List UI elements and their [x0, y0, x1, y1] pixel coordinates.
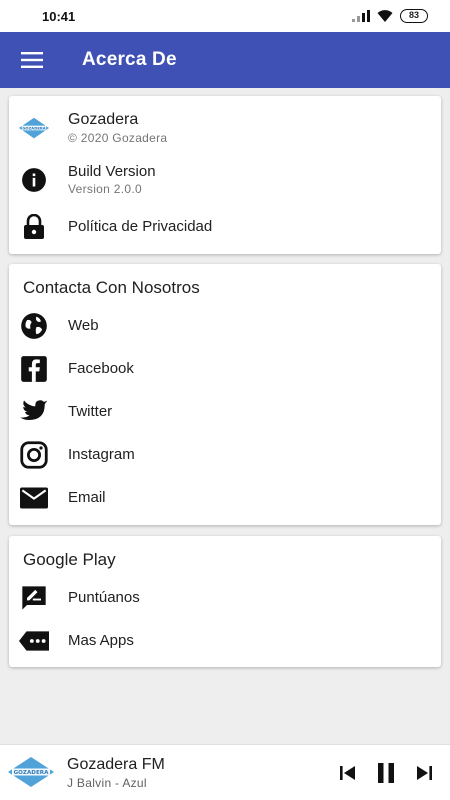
status-bar: 10:41 83	[0, 0, 450, 32]
contact-item-label: Facebook	[68, 360, 134, 377]
player-controls	[336, 761, 436, 785]
google-play-item-more-apps[interactable]: Mas Apps	[9, 619, 441, 662]
globe-icon	[19, 311, 49, 341]
facebook-icon	[19, 354, 49, 384]
about-card: GOZADERA Gozadera © 2020 Gozadera Build …	[9, 96, 441, 254]
skip-previous-icon	[340, 766, 355, 780]
app-bar: Acerca De	[0, 32, 450, 88]
status-time: 10:41	[42, 8, 76, 24]
signal-icon	[352, 10, 370, 22]
google-play-section-title: Google Play	[23, 550, 116, 569]
status-icons: 83	[352, 9, 428, 23]
previous-button[interactable]	[336, 761, 360, 785]
contact-item-twitter[interactable]: Twitter	[9, 390, 441, 433]
email-icon	[19, 483, 49, 513]
build-version-row[interactable]: Build Version Version 2.0.0	[9, 158, 441, 201]
next-button[interactable]	[412, 761, 436, 785]
wifi-icon	[377, 10, 393, 22]
page-title: Acerca De	[82, 49, 177, 70]
battery-indicator: 83	[400, 9, 428, 23]
copyright-text: © 2020 Gozadera	[68, 130, 168, 145]
instagram-icon	[19, 440, 49, 470]
contact-item-instagram[interactable]: Instagram	[9, 433, 441, 476]
pause-icon	[378, 763, 394, 783]
build-version-label: Build Version	[68, 163, 156, 180]
skip-next-icon	[417, 766, 432, 780]
contact-card: Contacta Con Nosotros Web Facebook Twitt…	[9, 264, 441, 525]
gozadera-logo-icon: GOZADERA	[19, 113, 49, 143]
station-logo-text: GOZADERA	[14, 770, 50, 776]
pause-button[interactable]	[374, 761, 398, 785]
station-logo: GOZADERA	[8, 757, 54, 792]
mini-player[interactable]: GOZADERA Gozadera FM J Balvin - Azul	[0, 744, 450, 800]
google-play-card: Google Play Puntúanos Mas Apps	[9, 536, 441, 667]
contact-item-email[interactable]: Email	[9, 476, 441, 519]
contact-item-label: Instagram	[68, 446, 135, 463]
privacy-policy-row[interactable]: Política de Privacidad	[9, 205, 441, 248]
google-play-item-label: Mas Apps	[68, 632, 134, 649]
google-play-item-rate[interactable]: Puntúanos	[9, 576, 441, 619]
contact-section-title: Contacta Con Nosotros	[23, 278, 200, 297]
hamburger-menu-icon	[21, 52, 43, 68]
contact-item-facebook[interactable]: Facebook	[9, 347, 441, 390]
privacy-policy-label: Política de Privacidad	[68, 218, 213, 235]
track-name: J Balvin - Azul	[67, 776, 147, 790]
svg-text:GOZADERA: GOZADERA	[22, 126, 45, 130]
twitter-icon	[19, 397, 49, 427]
more-apps-icon	[19, 626, 49, 656]
now-playing-info: Gozadera FM J Balvin - Azul	[67, 756, 165, 790]
station-name: Gozadera FM	[67, 756, 165, 773]
contact-item-label: Email	[68, 489, 106, 506]
contact-item-label: Web	[68, 317, 99, 334]
lock-icon	[19, 212, 49, 242]
contact-item-label: Twitter	[68, 403, 113, 420]
app-name: Gozadera	[68, 110, 139, 128]
google-play-item-label: Puntúanos	[68, 589, 140, 606]
app-info-row: GOZADERA Gozadera © 2020 Gozadera	[9, 106, 441, 149]
build-version-value: Version 2.0.0	[68, 182, 142, 196]
info-icon	[19, 165, 49, 195]
contact-item-web[interactable]: Web	[9, 304, 441, 347]
rate-review-icon	[19, 583, 49, 613]
menu-button[interactable]	[0, 32, 64, 88]
